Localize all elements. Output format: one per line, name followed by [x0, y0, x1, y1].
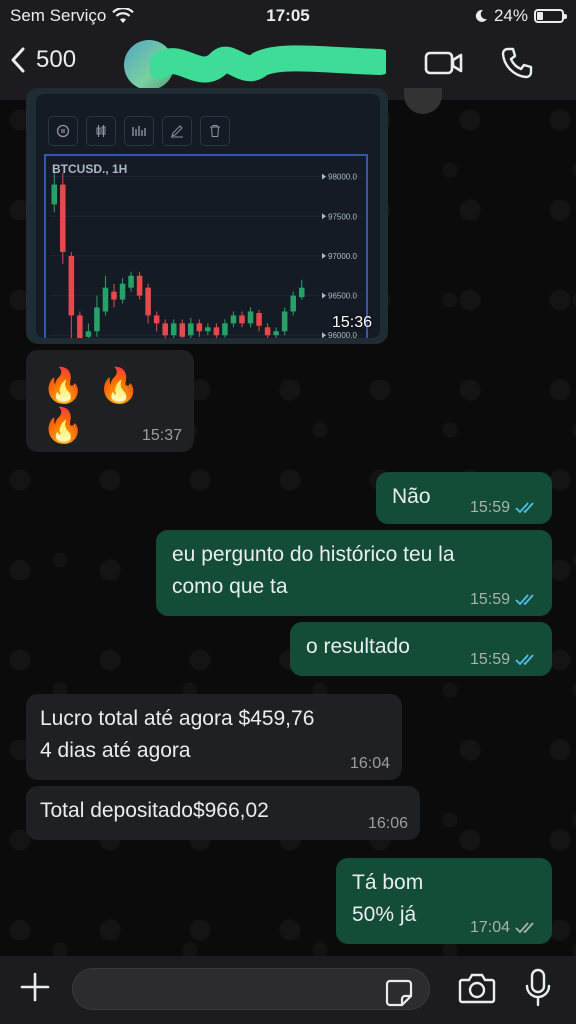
candle-body: [162, 323, 168, 336]
message-text-line: eu pergunto do histórico teu la: [172, 543, 455, 566]
unread-count: 500: [36, 46, 77, 73]
tick-marker: [322, 213, 326, 220]
message-time: 15:36: [331, 314, 372, 331]
battery-icon: [534, 9, 567, 23]
message-text-line: como que ta: [172, 575, 288, 598]
candle-body: [119, 283, 126, 300]
candle-body: [111, 291, 117, 300]
y-tick-label: 96000.0: [328, 331, 357, 338]
bars-icon: [124, 116, 154, 146]
y-tick-label: 96500.0: [328, 292, 357, 301]
candle-icon: [86, 116, 116, 146]
candle-body: [273, 331, 279, 336]
sticker-icon[interactable]: [384, 978, 414, 1008]
candle-body: [264, 327, 271, 336]
candle-body: [281, 311, 288, 332]
message-time: 16:06: [367, 815, 408, 832]
candle-body: [51, 184, 58, 205]
message-bubble-outgoing[interactable]: Não 15:59: [376, 472, 552, 524]
message-time: 15:59: [469, 651, 510, 668]
candle-body: [145, 287, 151, 316]
chart-image-message[interactable]: 98000.0 97500.0 97000.0 96500.0 96000.0 BTCU…: [26, 88, 388, 344]
candle-body: [230, 315, 237, 324]
tick-marker: [322, 332, 326, 338]
read-ticks-icon: [515, 502, 534, 514]
contact-name-redacted[interactable]: [150, 44, 386, 88]
candlestick-chart: 98000.0 97500.0 97000.0 96500.0 96000.0: [50, 164, 362, 338]
message-text-line: Lucro total até agora $459,76: [40, 707, 315, 730]
candle-body: [290, 295, 296, 312]
delivered-ticks-icon: [515, 922, 534, 934]
message-text: o resultado: [306, 635, 410, 658]
read-ticks-icon: [515, 654, 534, 666]
candle-body: [205, 327, 211, 332]
tick-marker: [322, 292, 326, 299]
candle-body: [170, 323, 177, 336]
phone-call-icon[interactable]: [500, 46, 534, 80]
candle-body: [94, 307, 100, 332]
message-bubble-incoming[interactable]: Total depositado$966,02 16:06: [26, 786, 420, 840]
message-text: Não: [392, 485, 431, 508]
chart-area: 98000.0 97500.0 97000.0 96500.0 96000.0 BTCU…: [44, 154, 368, 338]
indicator-icon: [48, 116, 78, 146]
candle-body: [153, 315, 160, 324]
chart-title: BTCUSD., 1H: [52, 162, 128, 176]
candle-body: [247, 311, 254, 324]
message-bubble-outgoing[interactable]: Tá bom 50% já 17:04: [336, 858, 552, 944]
message-time: 15:59: [469, 499, 510, 516]
candle-body: [196, 323, 203, 332]
message-input[interactable]: [72, 968, 430, 1010]
plus-icon[interactable]: [18, 970, 52, 1004]
message-text: Total depositado$966,02: [40, 799, 269, 822]
candle-body: [298, 287, 305, 298]
candle-body: [179, 323, 186, 337]
message-bubble-outgoing[interactable]: o resultado 15:59: [290, 622, 552, 676]
moon-icon: [475, 9, 487, 22]
candle-body: [188, 323, 194, 336]
read-ticks-icon: [515, 594, 534, 606]
message-bubble-outgoing[interactable]: eu pergunto do histórico teu la como que…: [156, 530, 552, 616]
message-time: 16:04: [349, 755, 390, 772]
message-time: 15:59: [469, 591, 510, 608]
battery-level: [537, 12, 543, 20]
status-bar: Sem Serviço 17:05 24%: [0, 0, 576, 32]
draw-icon: [162, 116, 192, 146]
candle-body: [85, 331, 92, 337]
candle-body: [256, 313, 262, 326]
y-tick-label: 97500.0: [328, 212, 357, 221]
back-button[interactable]: 500: [10, 46, 76, 74]
candle-body: [128, 275, 134, 288]
candle-body: [213, 327, 220, 336]
message-bubble-incoming[interactable]: 🔥 🔥 🔥 15:37: [26, 350, 194, 452]
message-text-line: 4 dias até agora: [40, 739, 191, 762]
candle-body: [239, 315, 245, 324]
candle-body: [222, 323, 228, 336]
microphone-icon[interactable]: [524, 968, 552, 1008]
candle-body: [68, 255, 75, 316]
y-tick-label: 97000.0: [328, 252, 357, 261]
y-tick-label: 98000.0: [328, 173, 357, 182]
trash-icon: [200, 116, 230, 146]
candle-body: [60, 184, 66, 252]
tick-marker: [322, 252, 326, 259]
camera-icon[interactable]: [458, 972, 496, 1004]
candle-body: [102, 287, 109, 312]
back-chevron-icon: [11, 47, 25, 73]
candle-body: [136, 275, 143, 296]
candle-body: [77, 315, 83, 338]
message-time: 17:04: [469, 919, 510, 936]
video-call-icon[interactable]: [424, 48, 464, 78]
chart-toolbar: [48, 116, 230, 146]
composer-bar: [0, 956, 576, 1024]
chart-screenshot: 98000.0 97500.0 97000.0 96500.0 96000.0 BTCU…: [36, 94, 380, 338]
message-time: 15:37: [141, 427, 182, 444]
tick-marker: [322, 173, 326, 180]
message-text-line: Tá bom: [352, 871, 424, 894]
message-bubble-incoming[interactable]: Lucro total até agora $459,76 4 dias até…: [26, 694, 402, 780]
message-text-line: 50% já: [352, 903, 417, 926]
battery-percent: 24%: [493, 6, 528, 25]
